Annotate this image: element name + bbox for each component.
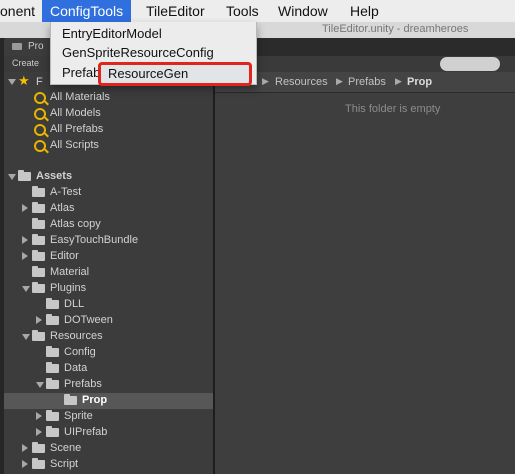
window-title: TileEditor.unity - dreamheroes [322,23,469,35]
chevron-right-icon[interactable] [36,316,42,324]
search-icon [34,124,46,136]
tree-item-atlas-copy[interactable]: Atlas copy [22,217,208,233]
search-icon [34,108,46,120]
breadcrumb-prefabs[interactable]: Prefabs [348,76,386,88]
chevron-right-icon[interactable] [22,444,28,452]
tree-item-assets[interactable]: Assets [8,169,208,185]
menu-item-prefab[interactable]: Prefab [62,65,100,80]
tree-item-material[interactable]: Material [22,265,208,281]
star-icon: ★ [18,73,30,88]
tree-item-dotween[interactable]: DOTween [36,313,208,329]
breadcrumb-resources[interactable]: Resources [275,76,328,88]
search-input[interactable] [440,57,500,71]
menu-tile-editor[interactable]: TileEditor [138,0,213,22]
tree-item-data[interactable]: Data [36,361,208,377]
menu-item-entry-editor-model[interactable]: EntryEditorModel [62,26,162,41]
folder-icon [12,43,22,50]
breadcrumb-prop[interactable]: Prop [407,76,432,88]
folder-icon [46,410,59,421]
menu-config-tools[interactable]: ConfigTools [42,0,132,22]
search-icon [34,92,46,104]
tree-item-script[interactable]: Script [22,457,208,473]
folder-icon [32,458,45,469]
tree-item-config[interactable]: Config [36,345,208,361]
folder-icon [32,234,45,245]
chevron-down-icon[interactable] [22,286,30,292]
tree-item-dll[interactable]: DLL [36,297,208,313]
chevron-down-icon[interactable] [22,334,30,340]
favorites-label: F [36,76,43,88]
menu-bar: onent ConfigTools TileEditor Tools Windo… [0,0,515,23]
chevron-right-icon[interactable] [22,236,28,244]
folder-icon [32,266,45,277]
menu-window[interactable]: Window [270,0,336,22]
tree-item-atlas[interactable]: Atlas [22,201,208,217]
tree-item-uiprefab[interactable]: UIPrefab [36,425,208,441]
folder-icon [32,218,45,229]
tree-item-resources[interactable]: Resources [22,329,208,345]
chevron-right-icon: ▶ [395,76,402,86]
folder-icon [32,186,45,197]
menu-item-gen-sprite-resource-config[interactable]: GenSpriteResourceConfig [62,45,214,60]
chevron-down-icon[interactable] [36,382,44,388]
chevron-right-icon: ▶ [262,76,269,86]
tree-item-sprite[interactable]: Sprite [36,409,208,425]
tree-item-plugins[interactable]: Plugins [22,281,208,297]
chevron-right-icon[interactable] [22,252,28,260]
folder-icon [32,250,45,261]
project-content-pane [215,72,515,474]
menu-component[interactable]: onent [0,0,43,22]
menu-item-resource-gen[interactable]: ResourceGen [108,66,188,81]
menu-help[interactable]: Help [342,0,387,22]
chevron-down-icon[interactable] [8,174,16,180]
tree-item-easytouchbundle[interactable]: EasyTouchBundle [22,233,208,249]
menu-item-resource-gen-highlight[interactable]: ResourceGen [98,62,252,86]
folder-icon [64,394,77,405]
chevron-right-icon[interactable] [36,412,42,420]
folder-icon [32,330,45,341]
folder-icon [46,378,59,389]
chevron-right-icon[interactable] [36,428,42,436]
tree-item-prefabs[interactable]: Prefabs [36,377,208,393]
search-icon [34,140,46,152]
tree-item-scene[interactable]: Scene [22,441,208,457]
empty-folder-message: This folder is empty [345,103,441,115]
chevron-right-icon: ▶ [336,76,343,86]
menu-tools[interactable]: Tools [218,0,267,22]
folder-icon [46,298,59,309]
chevron-right-icon[interactable] [22,204,28,212]
folder-icon [32,202,45,213]
folder-icon [46,314,59,325]
folder-icon [46,362,59,373]
folder-icon [46,346,59,357]
create-button[interactable]: Create [12,58,39,68]
folder-icon [32,442,45,453]
folder-icon [46,426,59,437]
project-tab-label: Pro [28,41,44,52]
tree-item-a-test[interactable]: A-Test [22,185,208,201]
tree-item-editor[interactable]: Editor [22,249,208,265]
folder-icon [32,282,45,293]
folder-icon [18,170,31,181]
chevron-right-icon[interactable] [22,460,28,468]
chevron-down-icon[interactable] [8,79,16,85]
tree-item-prop[interactable]: Prop [4,393,213,409]
